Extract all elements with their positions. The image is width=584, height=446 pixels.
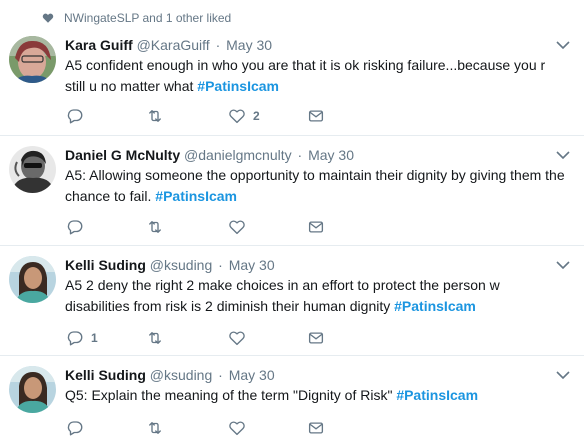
heart-icon <box>229 220 245 235</box>
tweet-header: Kara Guiff @KaraGuiff · May 30 <box>65 36 272 54</box>
reply-button[interactable]: 1 <box>66 327 98 349</box>
retweet-icon <box>149 221 161 233</box>
reply-icon <box>67 220 83 235</box>
envelope-icon <box>308 110 324 122</box>
separator-dot: · <box>218 367 223 383</box>
hashtag-link[interactable]: #PatinsIcam <box>155 188 237 204</box>
tweet-body: Q5: Explain the meaning of the term "Dig… <box>65 387 397 403</box>
avatar[interactable] <box>9 36 56 83</box>
chevron-down-icon[interactable] <box>556 260 570 270</box>
tweet[interactable]: Kelli Suding @ksuding · May 30 A5 2 deny… <box>0 246 584 356</box>
reply-icon <box>67 331 83 346</box>
display-name[interactable]: Daniel G McNulty <box>65 147 180 163</box>
tweet-text: A5: Allowing someone the opportunity to … <box>65 165 565 207</box>
like-button[interactable] <box>228 327 253 349</box>
chevron-down-icon[interactable] <box>556 40 570 50</box>
hashtag-link[interactable]: #PatinsIcam <box>396 387 478 403</box>
chevron-down-icon[interactable] <box>556 150 570 160</box>
liked-by-text: NWingateSLP and 1 other liked <box>64 11 232 25</box>
tweet-body: A5: Allowing someone the opportunity to … <box>65 167 565 204</box>
retweet-icon <box>149 110 161 122</box>
direct-message-button[interactable] <box>307 327 325 349</box>
envelope-icon <box>308 422 324 434</box>
avatar[interactable] <box>9 366 56 413</box>
user-handle[interactable]: @ksuding <box>150 367 212 383</box>
retweet-button[interactable] <box>146 216 171 238</box>
display-name[interactable]: Kelli Suding <box>65 257 146 273</box>
user-handle[interactable]: @KaraGuiff <box>137 37 210 53</box>
hashtag-link[interactable]: #PatinsIcam <box>394 298 476 314</box>
timestamp[interactable]: May 30 <box>308 147 354 163</box>
avatar[interactable] <box>9 146 56 193</box>
direct-message-button[interactable] <box>307 216 325 238</box>
tweet-actions: 2 <box>66 105 366 127</box>
timestamp[interactable]: May 30 <box>229 367 275 383</box>
envelope-icon <box>308 221 324 233</box>
reply-icon <box>67 421 83 436</box>
retweet-button[interactable] <box>146 417 171 439</box>
liked-by-context: NWingateSLP and 1 other liked <box>0 0 584 26</box>
envelope-icon <box>308 332 324 344</box>
like-button[interactable]: 2 <box>228 105 260 127</box>
tweet-actions: 1 <box>66 327 366 349</box>
separator-dot: · <box>297 147 303 163</box>
retweet-button[interactable] <box>146 327 171 349</box>
hashtag-link[interactable]: #PatinsIcam <box>197 78 279 94</box>
like-count: 2 <box>253 109 260 123</box>
tweet-actions <box>66 216 366 238</box>
timestamp[interactable]: May 30 <box>229 257 275 273</box>
display-name[interactable]: Kara Guiff <box>65 37 133 53</box>
tweet[interactable]: Daniel G McNulty @danielgmcnulty · May 3… <box>0 136 584 246</box>
like-button[interactable] <box>228 417 253 439</box>
chevron-down-icon[interactable] <box>556 370 570 380</box>
tweet[interactable]: Kelli Suding @ksuding · May 30 Q5: Expla… <box>0 356 584 446</box>
like-button[interactable] <box>228 216 253 238</box>
direct-message-button[interactable] <box>307 417 325 439</box>
avatar[interactable] <box>9 256 56 303</box>
tweet-header: Daniel G McNulty @danielgmcnulty · May 3… <box>65 146 354 164</box>
retweet-icon <box>149 422 161 434</box>
retweet-button[interactable] <box>146 105 171 127</box>
user-handle[interactable]: @danielgmcnulty <box>184 147 292 163</box>
tweet-header: Kelli Suding @ksuding · May 30 <box>65 256 275 274</box>
tweet-timeline: NWingateSLP and 1 other liked Kara Guiff… <box>0 0 584 446</box>
direct-message-button[interactable] <box>307 105 325 127</box>
retweet-icon <box>149 332 161 344</box>
display-name[interactable]: Kelli Suding <box>65 367 146 383</box>
heart-icon <box>229 109 245 124</box>
reply-icon <box>67 109 83 124</box>
reply-button[interactable] <box>66 417 91 439</box>
tweet-text: A5 confident enough in who you are that … <box>65 55 565 97</box>
heart-icon <box>229 421 245 436</box>
timestamp[interactable]: May 30 <box>226 37 272 53</box>
heart-icon <box>42 13 54 23</box>
reply-button[interactable] <box>66 105 91 127</box>
heart-icon <box>229 331 245 346</box>
separator-dot: · <box>215 37 221 53</box>
separator-dot: · <box>218 257 223 273</box>
tweet-body: A5 confident enough in who you are that … <box>65 57 546 94</box>
user-handle[interactable]: @ksuding <box>150 257 212 273</box>
tweet-actions <box>66 417 366 439</box>
tweet-text: Q5: Explain the meaning of the term "Dig… <box>65 385 565 406</box>
reply-count: 1 <box>91 331 98 345</box>
reply-button[interactable] <box>66 216 91 238</box>
tweet-header: Kelli Suding @ksuding · May 30 <box>65 366 275 384</box>
tweet[interactable]: Kara Guiff @KaraGuiff · May 30 A5 confid… <box>0 26 584 136</box>
tweet-text: A5 2 deny the right 2 make choices in an… <box>65 275 565 317</box>
